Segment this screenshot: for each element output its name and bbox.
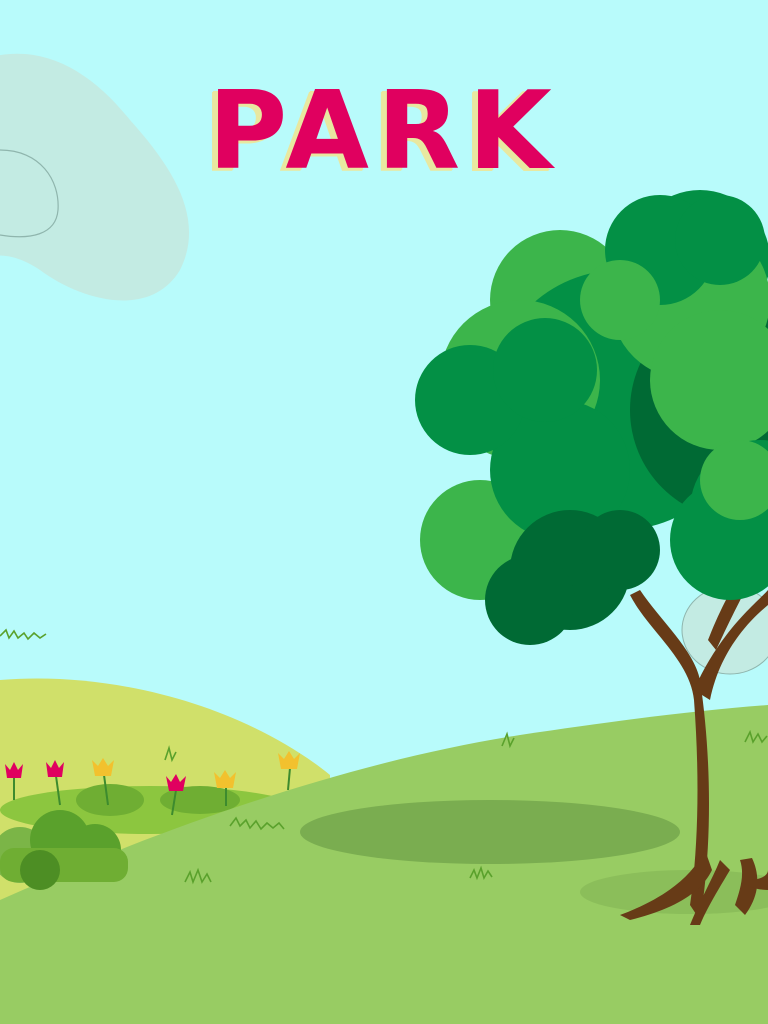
park-scene: PARK: [0, 0, 768, 1024]
ground-shadow: [300, 800, 680, 864]
park-title: PARK: [208, 69, 560, 194]
